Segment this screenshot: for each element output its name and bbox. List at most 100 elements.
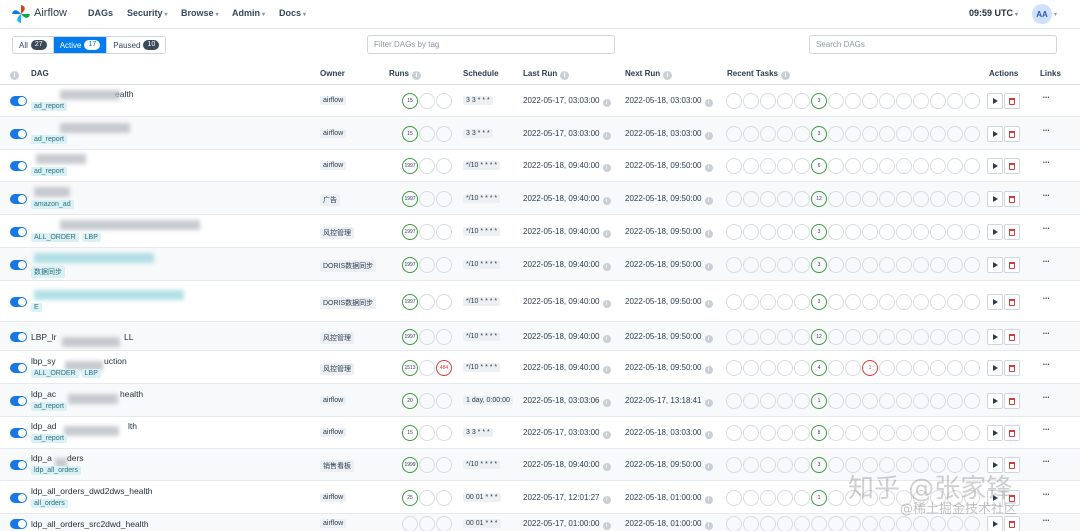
pause-toggle[interactable] <box>10 332 27 342</box>
task-status-circle[interactable] <box>879 393 895 409</box>
task-status-circle[interactable] <box>777 425 793 441</box>
task-status-circle[interactable] <box>879 257 895 273</box>
task-status-circle[interactable] <box>760 516 776 531</box>
task-status-circle[interactable] <box>777 393 793 409</box>
task-status-circle[interactable] <box>777 490 793 506</box>
task-status-circle[interactable] <box>862 191 878 207</box>
task-status-circle[interactable] <box>828 294 844 310</box>
delete-dag-button[interactable] <box>1004 360 1020 376</box>
trigger-dag-button[interactable] <box>987 191 1003 207</box>
info-icon[interactable]: i <box>602 522 611 530</box>
run-status-circle[interactable] <box>436 516 452 531</box>
task-status-circle[interactable] <box>862 329 878 345</box>
info-icon[interactable]: i <box>704 496 713 504</box>
task-status-circle[interactable] <box>743 191 759 207</box>
task-status-circle[interactable] <box>913 257 929 273</box>
run-status-circle[interactable] <box>419 224 435 240</box>
task-status-circle[interactable] <box>777 158 793 174</box>
pause-toggle[interactable] <box>10 297 27 307</box>
task-status-circle[interactable] <box>947 126 963 142</box>
delete-dag-button[interactable] <box>1004 393 1020 409</box>
run-status-circle[interactable] <box>419 457 435 473</box>
task-status-circle[interactable] <box>913 126 929 142</box>
owner-badge[interactable]: 广告 <box>320 194 340 206</box>
last-run-date[interactable]: 2022-05-17, 01:00:00 i <box>523 519 611 530</box>
task-status-circle[interactable] <box>726 158 742 174</box>
task-status-circle[interactable] <box>794 126 810 142</box>
task-status-circle[interactable] <box>862 224 878 240</box>
last-run-date[interactable]: 2022-05-18, 09:40:00 i <box>523 332 611 343</box>
task-status-circle[interactable] <box>743 93 759 109</box>
task-status-circle[interactable] <box>913 191 929 207</box>
info-icon[interactable]: i <box>704 197 713 205</box>
task-status-circle[interactable] <box>879 126 895 142</box>
trigger-dag-button[interactable] <box>987 294 1003 310</box>
task-status-circle[interactable] <box>845 425 861 441</box>
pause-toggle[interactable] <box>10 460 27 470</box>
delete-dag-button[interactable] <box>1004 257 1020 273</box>
task-status-circle[interactable] <box>845 329 861 345</box>
task-status-circle[interactable] <box>862 294 878 310</box>
task-status-circle[interactable] <box>913 329 929 345</box>
task-status-circle[interactable] <box>777 191 793 207</box>
info-icon[interactable]: i <box>704 431 713 439</box>
task-status-circle[interactable] <box>726 191 742 207</box>
task-status-circle[interactable] <box>930 158 946 174</box>
task-status-circle[interactable] <box>913 516 929 531</box>
task-status-circle[interactable] <box>930 516 946 531</box>
task-status-circle[interactable] <box>947 329 963 345</box>
pause-toggle[interactable] <box>10 519 27 529</box>
run-status-circle[interactable]: 1997 <box>402 257 418 273</box>
task-status-circle[interactable] <box>726 294 742 310</box>
task-status-circle[interactable] <box>913 158 929 174</box>
delete-dag-button[interactable] <box>1004 93 1020 109</box>
last-run-date[interactable]: 2022-05-18, 09:40:00 i <box>523 297 611 308</box>
task-status-circle[interactable] <box>743 425 759 441</box>
delete-dag-button[interactable] <box>1004 425 1020 441</box>
task-status-circle[interactable]: 3 <box>811 457 827 473</box>
last-run-date[interactable]: 2022-05-17, 03:03:00 i <box>523 96 611 107</box>
filter-active-button[interactable]: Active 17 <box>53 37 108 53</box>
task-status-circle[interactable] <box>726 393 742 409</box>
task-status-circle[interactable] <box>743 490 759 506</box>
info-icon[interactable]: i <box>704 300 713 308</box>
run-status-circle[interactable]: 484 <box>436 360 452 376</box>
dag-tag[interactable]: ad_report <box>31 167 67 176</box>
owner-badge[interactable]: airflow <box>320 129 347 138</box>
task-status-circle[interactable] <box>726 457 742 473</box>
run-status-circle[interactable] <box>436 224 452 240</box>
task-status-circle[interactable] <box>879 294 895 310</box>
info-icon[interactable]: i <box>704 132 713 140</box>
info-icon[interactable]: i <box>602 496 611 504</box>
pause-toggle[interactable] <box>10 96 27 106</box>
dag-tag[interactable]: ALL_ORDER <box>31 369 79 378</box>
run-status-circle[interactable] <box>436 257 452 273</box>
owner-badge[interactable]: 风控管理 <box>320 227 354 239</box>
task-status-circle[interactable] <box>777 360 793 376</box>
filter-paused-button[interactable]: Paused 10 <box>107 37 166 53</box>
run-status-circle[interactable] <box>436 294 452 310</box>
task-status-circle[interactable] <box>743 224 759 240</box>
task-status-circle[interactable] <box>794 257 810 273</box>
owner-badge[interactable]: DORIS数据同步 <box>320 297 377 309</box>
trigger-dag-button[interactable] <box>987 393 1003 409</box>
col-dag[interactable]: DAG <box>31 69 49 78</box>
dag-tag[interactable]: ldp_all_orders <box>31 466 81 475</box>
dag-name-link-suffix[interactable]: LL <box>124 332 133 342</box>
trigger-dag-button[interactable] <box>987 516 1003 531</box>
task-status-circle[interactable] <box>760 457 776 473</box>
dag-name-link-suffix[interactable]: health <box>120 389 143 399</box>
next-run-date[interactable]: 2022-05-18, 03:03:00 i <box>625 428 713 439</box>
task-status-circle[interactable] <box>879 516 895 531</box>
owner-badge[interactable]: 风控管理 <box>320 332 354 344</box>
task-status-circle[interactable] <box>845 191 861 207</box>
task-status-circle[interactable] <box>930 93 946 109</box>
task-status-circle[interactable] <box>845 257 861 273</box>
task-status-circle[interactable] <box>760 294 776 310</box>
owner-badge[interactable]: airflow <box>320 428 347 437</box>
next-run-date[interactable]: 2022-05-18, 09:50:00 i <box>625 332 713 343</box>
task-status-circle[interactable] <box>862 393 878 409</box>
task-status-circle[interactable] <box>896 294 912 310</box>
run-status-circle[interactable] <box>436 191 452 207</box>
last-run-date[interactable]: 2022-05-17, 12:01:27 i <box>523 493 611 504</box>
